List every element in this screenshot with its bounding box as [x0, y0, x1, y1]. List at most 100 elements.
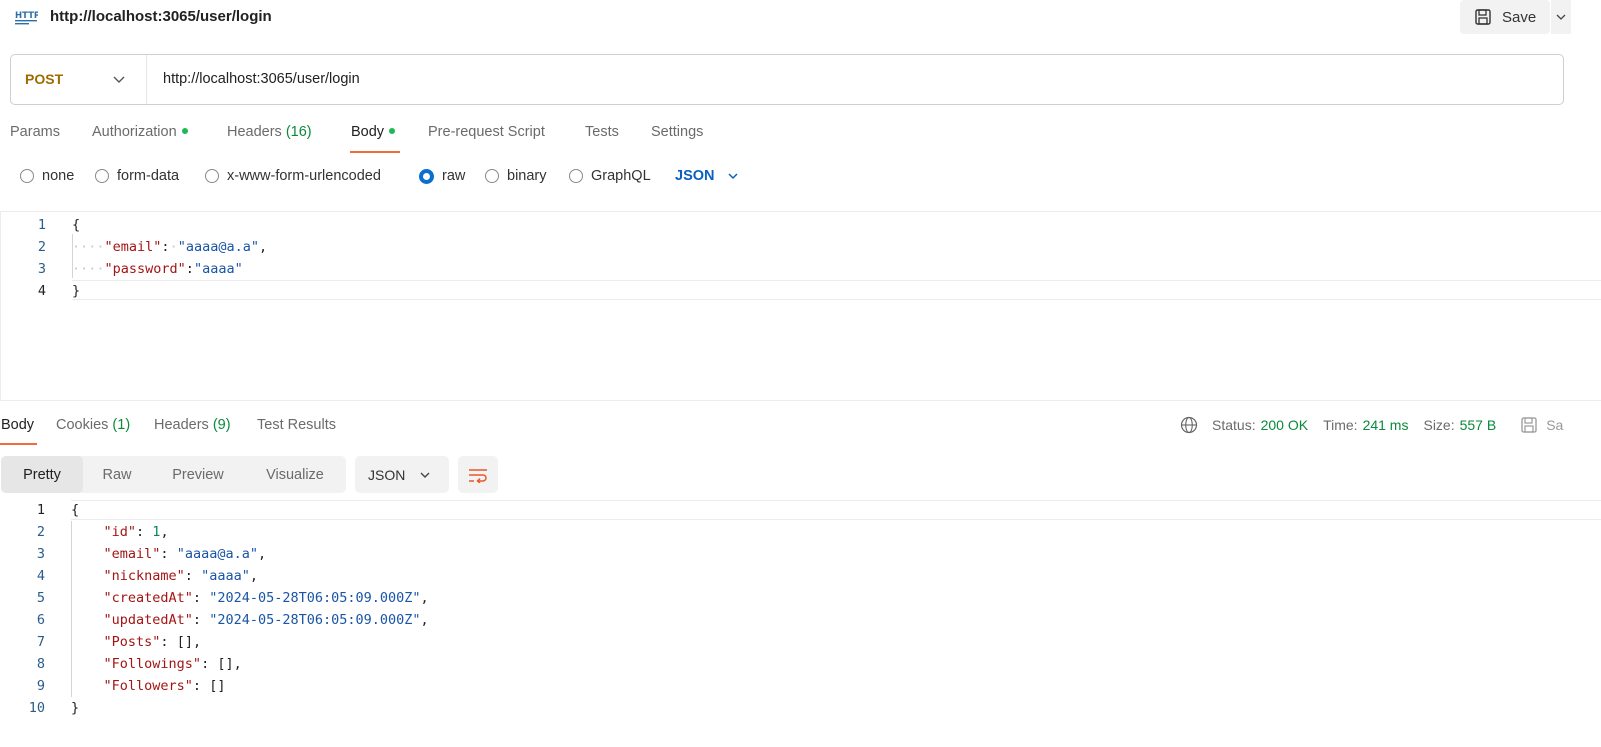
code-text: }	[72, 283, 81, 299]
save-icon	[1521, 417, 1537, 433]
response-view-switcher: Pretty Raw Preview Visualize	[1, 456, 346, 493]
response-tab-test-results[interactable]: Test Results	[257, 417, 336, 433]
chevron-down-icon[interactable]	[111, 71, 127, 87]
code-text: }	[71, 700, 80, 716]
raw-format-label: JSON	[675, 168, 715, 184]
body-type-binary[interactable]: binary	[485, 168, 547, 184]
view-raw[interactable]: Raw	[83, 456, 151, 493]
url-divider	[146, 55, 147, 104]
line-number: 2	[36, 524, 45, 540]
response-format-label: JSON	[368, 466, 406, 483]
code-text: "updatedAt": "2024-05-28T06:05:09.000Z",	[103, 612, 429, 628]
line-number: 4	[37, 283, 46, 299]
line-number: 3	[37, 261, 46, 277]
save-button[interactable]: Save	[1460, 0, 1550, 34]
radio-icon	[205, 169, 219, 183]
url-bar: POST http://localhost:3065/user/login	[10, 54, 1564, 105]
view-pretty[interactable]: Pretty	[1, 456, 83, 493]
code-text: "nickname": "aaaa",	[103, 568, 258, 584]
body-type-none[interactable]: none	[20, 168, 74, 184]
code-text: "createdAt": "2024-05-28T06:05:09.000Z",	[103, 590, 429, 606]
code-line: 2 ····"email":·"aaaa@a.a",	[1, 236, 1601, 258]
radio-icon	[569, 169, 583, 183]
code-text: "Posts": [],	[103, 634, 202, 650]
tab-params[interactable]: Params	[10, 124, 60, 140]
line-number: 8	[36, 656, 45, 672]
code-text: "id": 1,	[103, 524, 169, 540]
line-number: 1	[37, 217, 46, 233]
tab-headers[interactable]: Headers (16)	[227, 124, 312, 140]
line-number: 1	[36, 502, 45, 518]
wrap-lines-icon	[469, 468, 487, 483]
save-label: Save	[1502, 8, 1537, 26]
body-type-graphql[interactable]: GraphQL	[569, 168, 651, 184]
line-number: 7	[36, 634, 45, 650]
code-line: 4 "nickname": "aaaa",	[0, 565, 1601, 587]
line-number: 3	[36, 546, 45, 562]
response-status-bar: Status: 200 OK Time: 241 ms Size: 557 B …	[1180, 416, 1563, 434]
http-request-icon: HTTP	[15, 11, 38, 25]
code-line: 3 "email": "aaaa@a.a",	[0, 543, 1601, 565]
time-value[interactable]: 241 ms	[1363, 417, 1409, 433]
raw-format-select[interactable]: JSON	[675, 168, 739, 184]
radio-icon	[95, 169, 109, 183]
status-label: Status:	[1212, 417, 1256, 433]
svg-text:HTTP: HTTP	[15, 11, 38, 21]
view-visualize[interactable]: Visualize	[245, 456, 345, 493]
tab-tests[interactable]: Tests	[585, 124, 619, 140]
chevron-down-icon	[727, 173, 738, 180]
active-tab-indicator	[350, 151, 400, 153]
save-response-button[interactable]: Sa	[1520, 416, 1563, 434]
line-number: 4	[36, 568, 45, 584]
response-tab-headers[interactable]: Headers (9)	[154, 417, 231, 433]
method-select[interactable]: POST	[25, 71, 63, 87]
chevron-down-icon	[420, 472, 430, 478]
code-line: 10 }	[0, 697, 1601, 719]
tab-authorization[interactable]: Authorization	[92, 124, 188, 140]
time-label: Time:	[1323, 417, 1358, 433]
line-number: 9	[36, 678, 45, 694]
code-line: 7 "Posts": [],	[0, 631, 1601, 653]
code-line: 3 ····"password":"aaaa"	[1, 258, 1601, 280]
code-text: "Followings": [],	[103, 656, 242, 672]
status-value[interactable]: 200 OK	[1261, 417, 1308, 433]
view-preview[interactable]: Preview	[151, 456, 245, 493]
request-title[interactable]: http://localhost:3065/user/login	[50, 8, 272, 25]
code-text: ····"email":·"aaaa@a.a",	[72, 239, 268, 255]
save-options-button[interactable]	[1551, 0, 1571, 34]
body-type-raw[interactable]: raw	[419, 168, 465, 184]
wrap-lines-button[interactable]	[458, 456, 498, 493]
response-tab-cookies[interactable]: Cookies (1)	[56, 417, 130, 433]
globe-icon[interactable]	[1180, 416, 1198, 434]
body-type-form-data[interactable]: form-data	[95, 168, 179, 184]
body-type-urlencoded[interactable]: x-www-form-urlencoded	[205, 168, 381, 184]
code-line: 4 }	[1, 280, 1601, 302]
radio-icon	[20, 169, 34, 183]
radio-selected-icon	[419, 168, 434, 184]
response-tab-body[interactable]: Body	[1, 417, 34, 433]
code-text: {	[72, 217, 81, 233]
size-label: Size:	[1423, 417, 1455, 433]
url-input[interactable]: http://localhost:3065/user/login	[163, 71, 360, 87]
response-format-select[interactable]: JSON	[355, 456, 449, 493]
code-text: "Followers": []	[103, 678, 226, 694]
modified-dot	[389, 128, 396, 135]
save-response-label: Sa	[1546, 417, 1564, 433]
active-tab-indicator	[0, 443, 37, 445]
tab-body[interactable]: Body	[351, 124, 396, 140]
line-number: 6	[36, 612, 45, 628]
response-body-viewer[interactable]: 1 { 2 "id": 1, 3 "email": "aaaa@a.a", 4 …	[0, 499, 1601, 747]
size-value[interactable]: 557 B	[1460, 417, 1497, 433]
line-number: 5	[36, 590, 45, 606]
line-number: 2	[37, 239, 46, 255]
code-line: 1 {	[0, 499, 1601, 521]
code-line: 2 "id": 1,	[0, 521, 1601, 543]
tab-pre-request-script[interactable]: Pre-request Script	[428, 124, 545, 140]
code-text: "email": "aaaa@a.a",	[103, 546, 267, 562]
code-text: ····"password":"aaaa"	[72, 261, 243, 277]
tab-settings[interactable]: Settings	[651, 124, 703, 140]
code-line: 9 "Followers": []	[0, 675, 1601, 697]
radio-icon	[485, 169, 499, 183]
save-icon	[1475, 9, 1491, 25]
request-body-editor[interactable]: 1 { 2 ····"email":·"aaaa@a.a", 3 ····"pa…	[0, 211, 1601, 401]
